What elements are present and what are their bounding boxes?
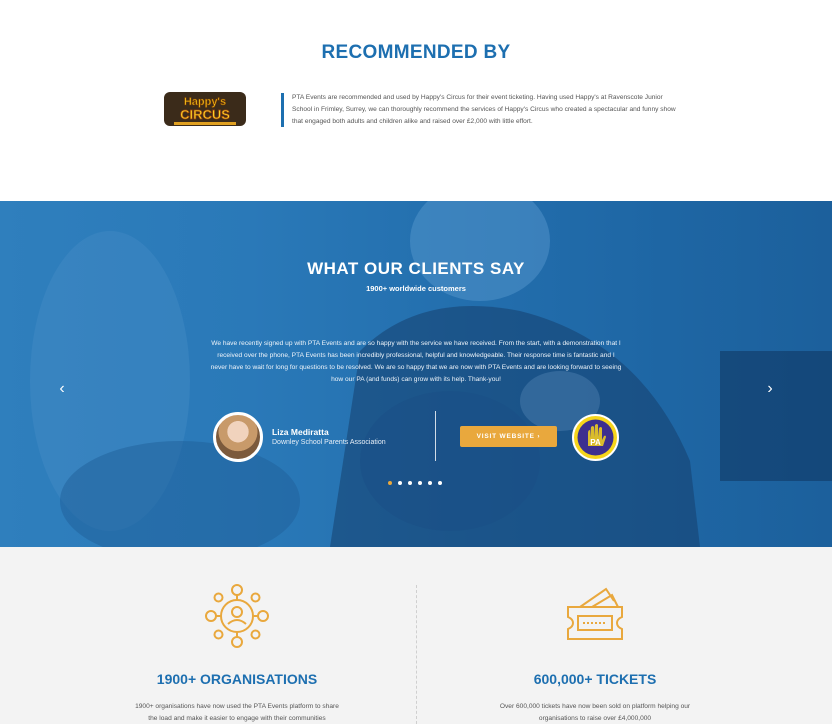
slide-dots: [388, 481, 442, 487]
testimonial-quote: We have recently signed up with PTA Even…: [210, 340, 622, 383]
quote-accent-bar: [281, 93, 284, 127]
slide-dot[interactable]: [428, 481, 432, 485]
client-organisation: Downley School Parents Association: [272, 439, 386, 446]
testimonials-section: WHAT OUR CLIENTS SAY 1900+ worldwide cus…: [0, 201, 832, 547]
slide-dot[interactable]: [438, 481, 442, 485]
client-logo: PA: [572, 414, 619, 461]
svg-text:CIRCUS: CIRCUS: [180, 107, 230, 122]
slide-dot[interactable]: [418, 481, 422, 485]
ticket-icon: [562, 583, 628, 649]
chevron-right-icon: ›: [767, 380, 773, 397]
slide-dot[interactable]: [388, 481, 392, 485]
stats-divider: [416, 585, 417, 724]
testimonials-subtitle: 1900+ worldwide customers: [366, 284, 466, 293]
chevron-left-icon: ‹: [59, 380, 65, 397]
client-name: Liza Mediratta: [272, 427, 329, 437]
testimonial-divider: [435, 411, 436, 461]
visit-website-button[interactable]: VISIT WEBSITE ›: [460, 426, 557, 447]
stat-text: 1900+ organisations have now used the PT…: [135, 703, 339, 722]
stat-title: 1900+ ORGANISATIONS: [156, 671, 318, 687]
stat-title: 600,000+ TICKETS: [533, 671, 657, 687]
happys-circus-logo: Happy's CIRCUS: [162, 88, 248, 130]
recommendation-text: PTA Events are recommended and used by H…: [292, 94, 676, 125]
prev-slide-button[interactable]: ‹: [52, 379, 72, 399]
stat-text: Over 600,000 tickets have now been sold …: [499, 703, 691, 722]
recommended-title: RECOMMENDED BY: [321, 42, 511, 63]
svg-text:PA: PA: [590, 438, 601, 447]
next-slide-button[interactable]: ›: [760, 379, 780, 399]
client-avatar: [213, 412, 263, 462]
slide-dot[interactable]: [408, 481, 412, 485]
stats-section: 1900+ ORGANISATIONS 1900+ organisations …: [0, 547, 832, 724]
slide-dot[interactable]: [398, 481, 402, 485]
network-user-icon: [204, 583, 270, 649]
testimonials-title: WHAT OUR CLIENTS SAY: [307, 259, 525, 278]
recommended-section: RECOMMENDED BY Happy's CIRCUS PTA Events…: [0, 0, 832, 201]
